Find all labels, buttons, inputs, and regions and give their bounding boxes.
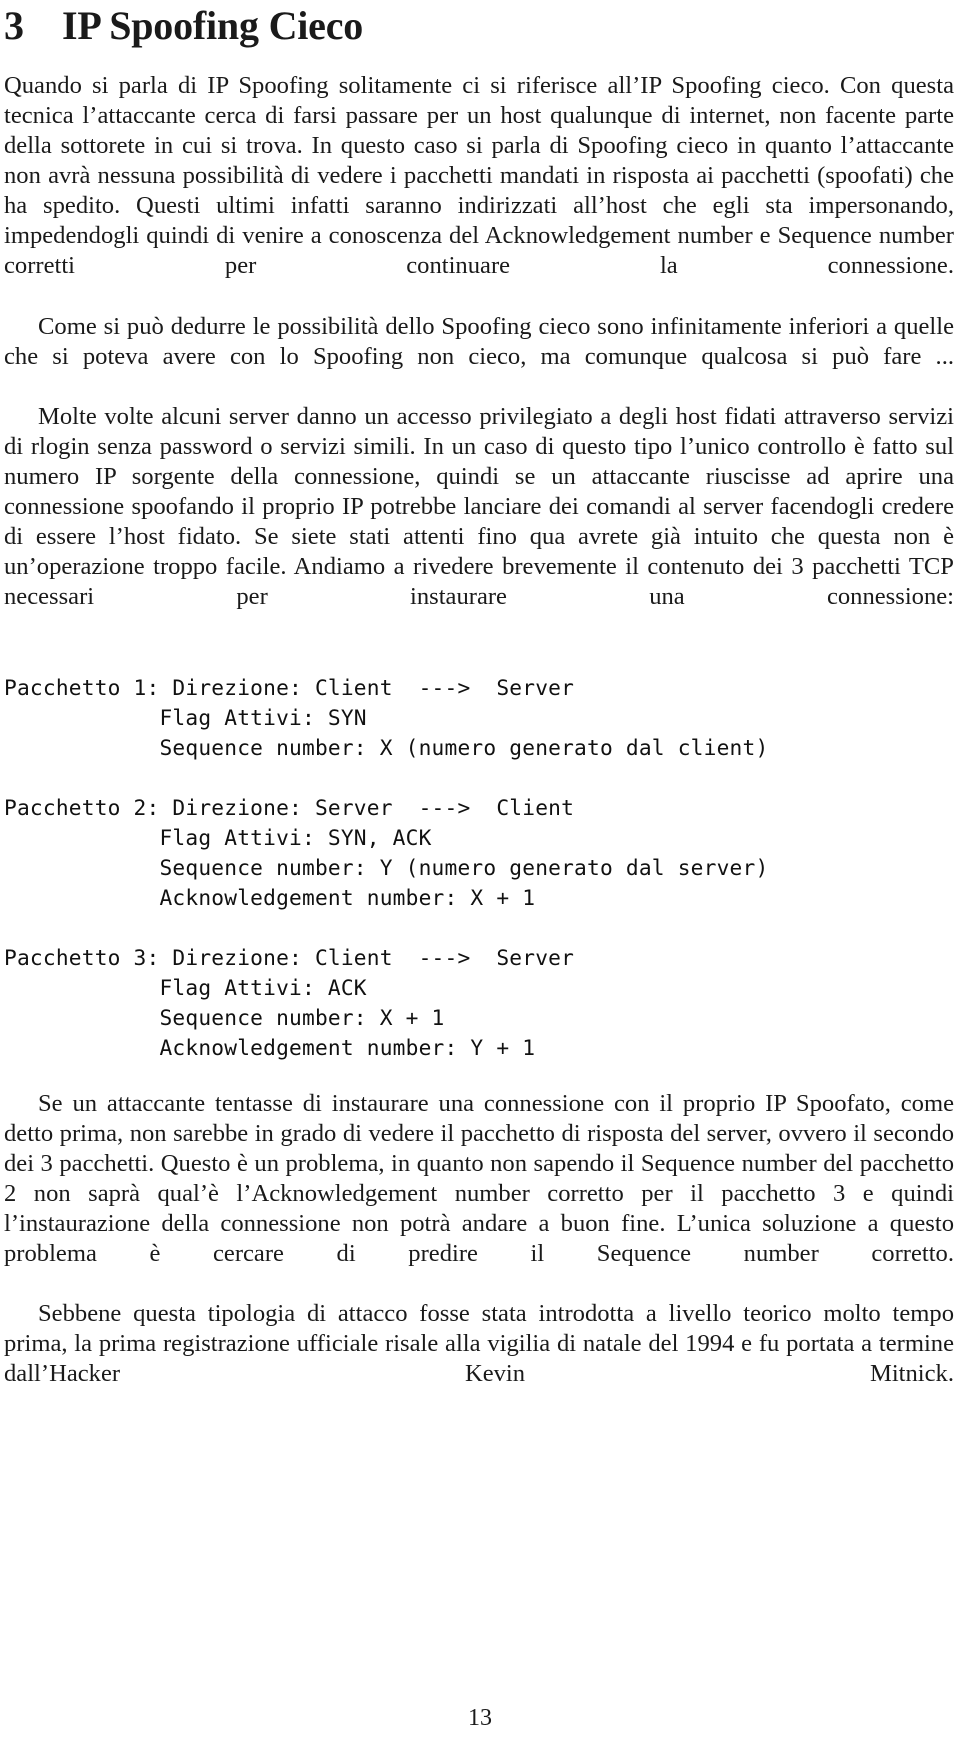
page-title: IP Spoofing Cieco bbox=[62, 3, 364, 48]
document-page: 3 IP Spoofing Cieco Quando si parla di I… bbox=[0, 0, 960, 1754]
code-block-pacchetto-3: Pacchetto 3: Direzione: Client ---> Serv… bbox=[4, 944, 575, 1060]
paragraph-5: Sebbene questa tipologia di attacco foss… bbox=[4, 1300, 954, 1388]
code-block-pacchetto-1: Pacchetto 1: Direzione: Client ---> Serv… bbox=[4, 674, 769, 760]
paragraph-3: Molte volte alcuni server danno un acces… bbox=[4, 402, 954, 611]
code-spacer bbox=[4, 763, 954, 793]
paragraph-4: Se un attaccante tentasse di instaurare … bbox=[4, 1089, 954, 1268]
tcp-packet-listing: Pacchetto 1: Direzione: Client ---> Serv… bbox=[4, 673, 954, 1063]
section-heading: 3 IP Spoofing Cieco bbox=[4, 0, 954, 49]
intro-body: Quando si parla di IP Spoofing solitamen… bbox=[4, 71, 954, 643]
paragraph-2: Come si può dedurre le possibilità dello… bbox=[4, 312, 954, 370]
conclusion-body: Se un attaccante tentasse di instaurare … bbox=[4, 1089, 954, 1420]
page-number-footer: 13 bbox=[468, 1705, 492, 1731]
code-block-pacchetto-2: Pacchetto 2: Direzione: Server ---> Clie… bbox=[4, 794, 769, 910]
code-spacer bbox=[4, 913, 954, 943]
section-number: 3 bbox=[4, 3, 24, 48]
paragraph-1: Quando si parla di IP Spoofing solitamen… bbox=[4, 71, 954, 280]
